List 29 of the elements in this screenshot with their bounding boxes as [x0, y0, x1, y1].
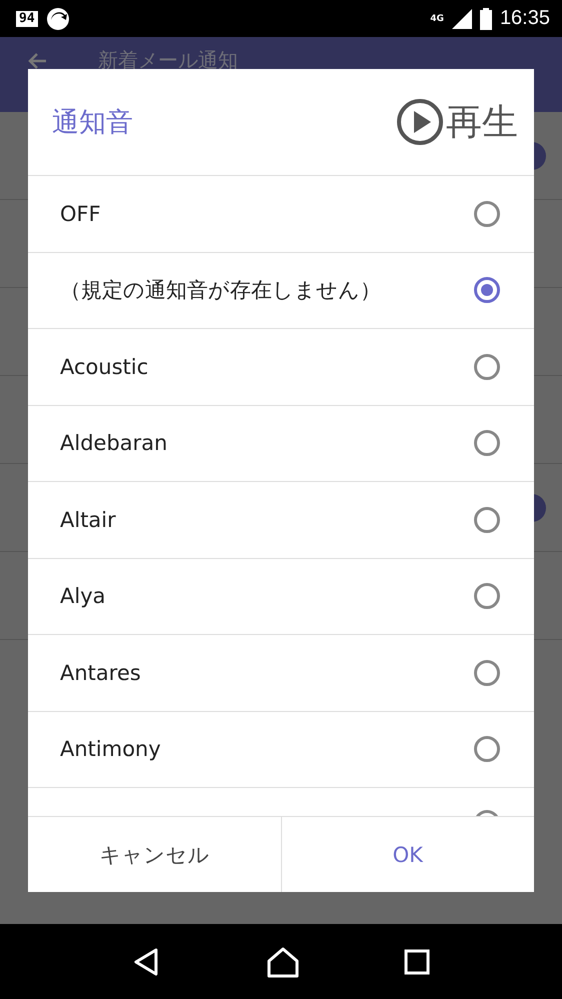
dialog-title: 通知音 [52, 106, 133, 140]
sound-option[interactable]: Antares [28, 635, 534, 712]
radio-button[interactable] [474, 430, 500, 456]
radio-button[interactable] [474, 277, 500, 304]
radio-button[interactable] [474, 736, 500, 762]
clock: 16:35 [500, 7, 550, 30]
back-arrow-icon[interactable] [28, 50, 48, 70]
sound-option[interactable]: Acoustic [28, 329, 534, 406]
notification-badge: 94 [16, 10, 38, 26]
radio-button[interactable] [474, 660, 500, 686]
radio-button[interactable] [474, 200, 500, 227]
radio-button[interactable] [474, 506, 500, 533]
sound-option[interactable]: （規定の通知音が存在しません） [28, 252, 534, 329]
sound-option[interactable]: OFF [28, 176, 534, 252]
home-icon[interactable] [266, 946, 300, 978]
sound-option[interactable]: Aldebaran [28, 406, 534, 482]
sound-option[interactable]: Altair [28, 482, 534, 558]
radio-button[interactable] [474, 583, 500, 610]
battery-icon [480, 8, 492, 30]
play-icon [396, 98, 444, 146]
network-label: 4G [430, 14, 444, 24]
sound-option[interactable]: Antimony [28, 712, 534, 788]
screen-title: 新着メール通知 [98, 47, 238, 74]
sync-icon [46, 6, 70, 30]
recents-icon[interactable] [404, 948, 430, 974]
radio-button[interactable] [474, 354, 500, 380]
signal-icon [452, 8, 472, 28]
play-button[interactable]: 再生 [396, 98, 518, 146]
sound-option[interactable]: Alya [28, 558, 534, 635]
